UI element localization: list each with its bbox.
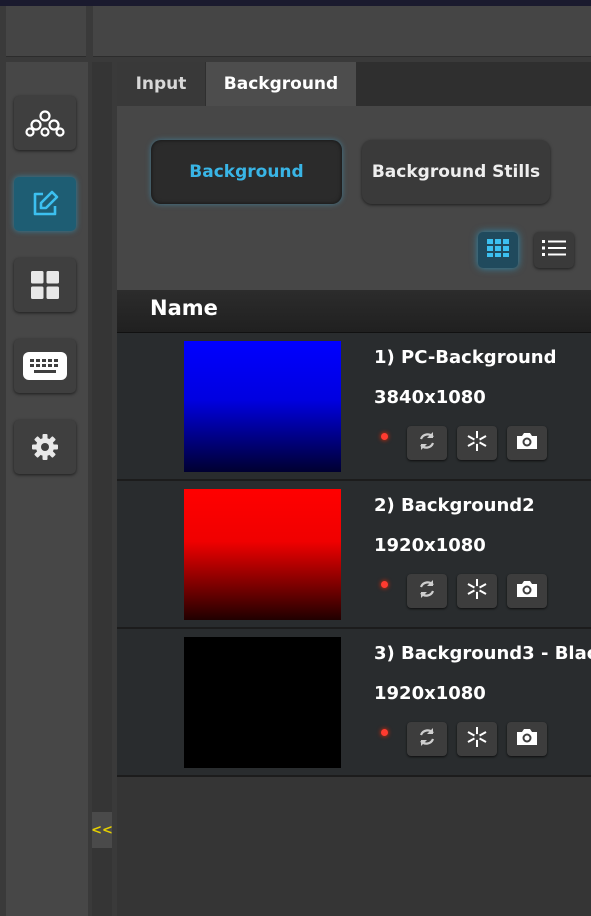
- background-thumbnail: [184, 489, 341, 620]
- item-name: 3) Background3 - Black: [374, 643, 591, 664]
- grid-view-button[interactable]: [478, 232, 518, 268]
- item-resolution: 3840x1080: [374, 387, 486, 408]
- snapshot-button[interactable]: [507, 722, 547, 756]
- freeze-button[interactable]: [457, 722, 497, 756]
- name-column-header[interactable]: Name: [150, 296, 218, 320]
- tab-input[interactable]: Input: [117, 62, 205, 106]
- refresh-icon: [416, 726, 438, 752]
- snowflake-icon: [466, 726, 488, 752]
- list-item[interactable]: 3) Background3 - Black 1920x1080: [117, 629, 591, 777]
- camera-icon: [515, 431, 539, 455]
- list-view-icon: [541, 239, 567, 261]
- background-thumbnail: [184, 637, 341, 768]
- item-resolution: 1920x1080: [374, 535, 486, 556]
- status-led: [381, 729, 388, 736]
- top-bar-left: [6, 6, 86, 57]
- snapshot-button[interactable]: [507, 574, 547, 608]
- camera-icon: [515, 579, 539, 603]
- grid-layout-icon: [30, 270, 60, 300]
- list-item[interactable]: 1) PC-Background 3840x1080: [117, 333, 591, 481]
- panel-splitter[interactable]: [92, 62, 112, 916]
- snapshot-button[interactable]: [507, 426, 547, 460]
- sidebar-item-network[interactable]: [14, 96, 76, 150]
- network-icon: [25, 109, 65, 137]
- collapse-panel-button[interactable]: <<: [91, 812, 113, 848]
- sidebar-item-edit[interactable]: [14, 177, 76, 231]
- background-stills-mode-button[interactable]: Background Stills: [362, 140, 550, 204]
- edit-icon: [30, 189, 60, 219]
- snowflake-icon: [466, 430, 488, 456]
- item-name: 1) PC-Background: [374, 347, 557, 368]
- item-resolution: 1920x1080: [374, 683, 486, 704]
- camera-icon: [515, 727, 539, 751]
- refresh-button[interactable]: [407, 426, 447, 460]
- top-bar: [93, 6, 591, 57]
- item-name: 2) Background2: [374, 495, 535, 516]
- freeze-button[interactable]: [457, 426, 497, 460]
- snowflake-icon: [466, 578, 488, 604]
- sidebar-item-settings[interactable]: [14, 420, 76, 474]
- status-led: [381, 581, 388, 588]
- refresh-icon: [416, 430, 438, 456]
- tab-background[interactable]: Background: [206, 62, 356, 106]
- list-item[interactable]: 2) Background2 1920x1080: [117, 481, 591, 629]
- refresh-button[interactable]: [407, 722, 447, 756]
- sidebar-item-layouts[interactable]: [14, 258, 76, 312]
- sidebar-item-keyboard[interactable]: [14, 339, 76, 393]
- gear-icon: [30, 432, 60, 462]
- refresh-icon: [416, 578, 438, 604]
- grid-view-icon: [486, 238, 510, 262]
- keyboard-icon: [22, 351, 68, 381]
- background-thumbnail: [184, 341, 341, 472]
- refresh-button[interactable]: [407, 574, 447, 608]
- freeze-button[interactable]: [457, 574, 497, 608]
- background-mode-button[interactable]: Background: [151, 140, 342, 204]
- list-view-button[interactable]: [534, 232, 574, 268]
- status-led: [381, 433, 388, 440]
